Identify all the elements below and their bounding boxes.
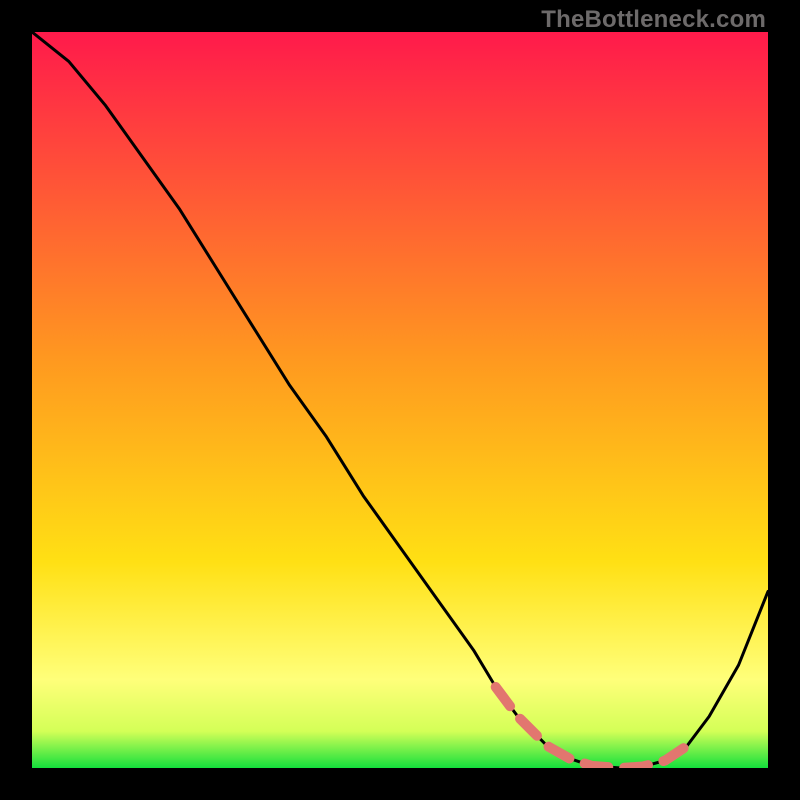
gradient-background xyxy=(32,32,768,768)
chart-frame xyxy=(32,32,768,768)
bottleneck-chart xyxy=(32,32,768,768)
watermark-text: TheBottleneck.com xyxy=(541,6,766,34)
